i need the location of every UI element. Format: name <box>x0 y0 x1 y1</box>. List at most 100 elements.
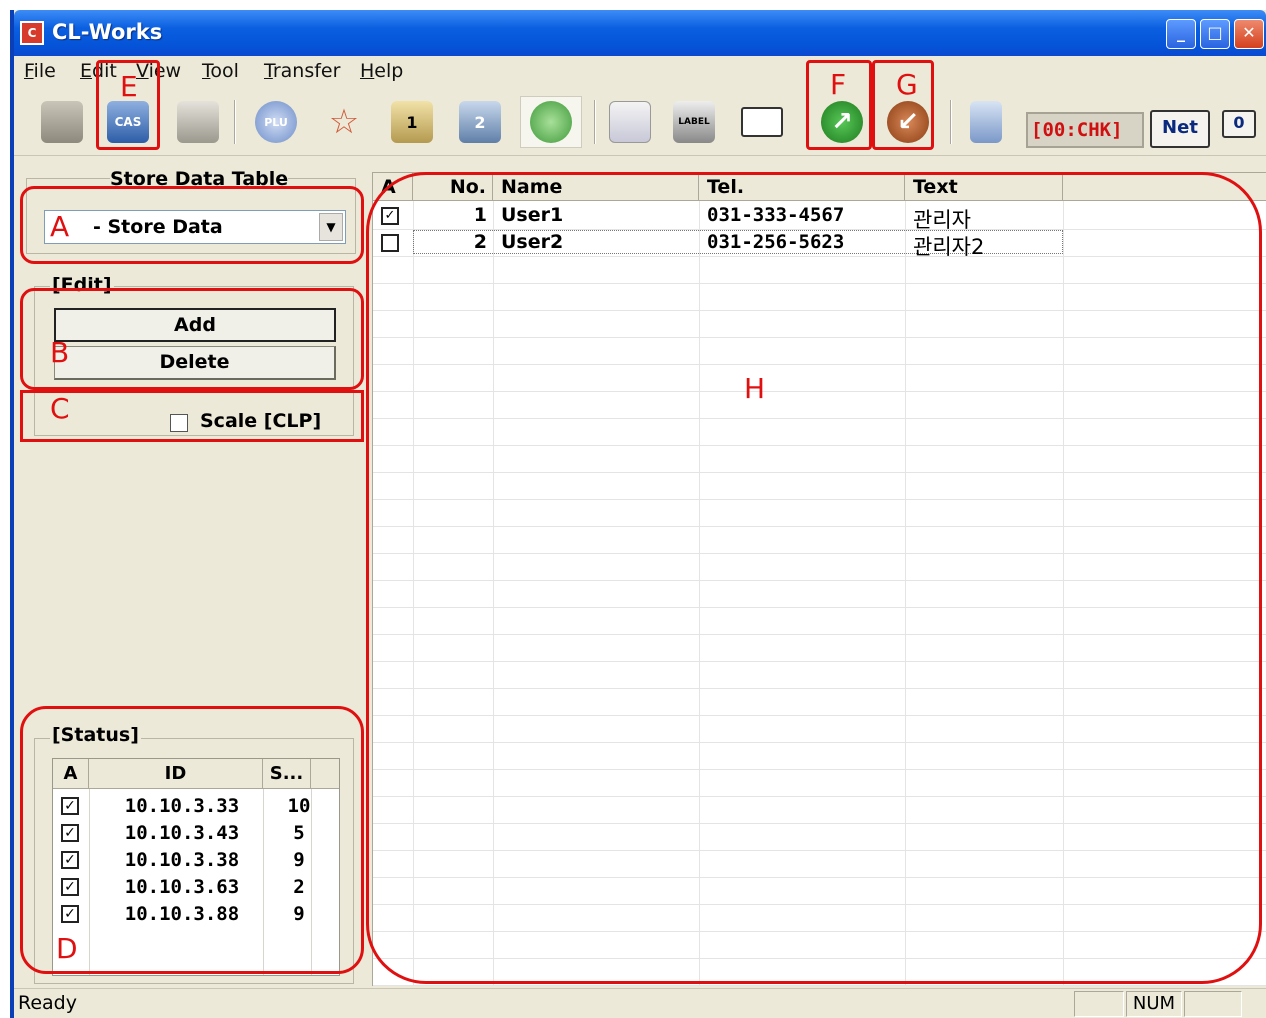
grid-col-line <box>1063 201 1064 986</box>
grid-row-line <box>373 418 1266 419</box>
delete-button[interactable]: Delete <box>54 346 336 380</box>
status-row-id: 10.10.3.88 <box>124 903 240 925</box>
grid-row-line <box>373 634 1266 635</box>
user1-icon: 1 <box>391 101 433 143</box>
status-col-s[interactable]: S... <box>263 759 311 789</box>
print-button[interactable] <box>172 96 224 148</box>
menu-edit[interactable]: Edit <box>80 60 117 82</box>
annotation-label-h: H <box>744 372 766 405</box>
status-row-id: 10.10.3.63 <box>124 876 240 898</box>
status-row-id: 10.10.3.38 <box>124 849 240 871</box>
menu-transfer[interactable]: Transfer <box>264 60 340 82</box>
left-panel: Store Data Table - Store Data ▼ [Edit] A… <box>20 160 360 990</box>
status-col-filler <box>311 759 339 789</box>
store-data-combo[interactable]: - Store Data ▼ <box>44 210 346 244</box>
grid-row-line <box>373 607 1266 608</box>
annotation-label-a: A <box>50 210 70 243</box>
scale-checkbox[interactable] <box>170 414 188 432</box>
open-button[interactable] <box>36 96 88 148</box>
grid-row-line <box>373 391 1266 392</box>
status-row-checkbox[interactable]: ✓ <box>61 851 79 869</box>
label-button[interactable]: LABEL <box>668 96 720 148</box>
label-icon: LABEL <box>673 101 715 143</box>
star-button[interactable]: ☆ <box>318 96 370 148</box>
status-row[interactable]: ✓ 10.10.3.33 10 <box>53 793 339 820</box>
user1-button[interactable]: 1 <box>386 96 438 148</box>
annotation-label-b: B <box>50 336 70 369</box>
status-text: Ready <box>18 992 77 1014</box>
grid-row-line <box>373 985 1266 986</box>
menu-bar: File Edit View Tool Transfer Help <box>14 56 1266 88</box>
close-button[interactable]: ✕ <box>1234 19 1264 49</box>
grid-col-line <box>413 201 414 986</box>
grid-row-line <box>373 472 1266 473</box>
grid-row-checkbox[interactable]: ✓ <box>381 207 399 225</box>
chevron-down-icon[interactable]: ▼ <box>319 213 343 241</box>
toolbar-separator <box>234 100 236 144</box>
status-col-id[interactable]: ID <box>89 759 263 789</box>
grid-col-text[interactable]: Text <box>905 173 1063 201</box>
add-button[interactable]: Add <box>54 308 336 342</box>
annotation-label-e: E <box>120 70 138 103</box>
grid-row-line <box>373 931 1266 932</box>
grid-button[interactable] <box>604 96 656 148</box>
menu-tool[interactable]: Tool <box>202 60 239 82</box>
annotation-label-g: G <box>896 68 918 101</box>
store-users-button[interactable] <box>520 96 582 148</box>
toolbar-separator <box>594 100 596 144</box>
net-button[interactable]: Net <box>1150 110 1210 148</box>
status-row-s: 2 <box>293 876 305 898</box>
status-row[interactable]: ✓ 10.10.3.88 9 <box>53 901 339 928</box>
zero-button[interactable]: 0 <box>1222 110 1256 138</box>
settings-icon <box>970 101 1002 143</box>
grid-icon <box>609 101 651 143</box>
grid-col-tel[interactable]: Tel. <box>699 173 905 201</box>
grid-col-a[interactable]: A <box>373 173 413 201</box>
annotation-label-f: F <box>830 68 847 101</box>
keyboard-button[interactable] <box>736 96 788 148</box>
grid-cell-no: 2 <box>473 231 487 253</box>
save-button[interactable]: CAS <box>102 96 154 148</box>
grid-col-no[interactable]: No. <box>413 173 493 201</box>
status-row-id: 10.10.3.43 <box>124 822 240 844</box>
plu-button[interactable]: PLU <box>250 96 302 148</box>
save-icon: CAS <box>107 101 149 143</box>
receive-button[interactable]: ↙ <box>882 96 934 148</box>
menu-help[interactable]: Help <box>360 60 403 82</box>
send-button[interactable]: ↗ <box>816 96 868 148</box>
print-icon <box>177 101 219 143</box>
user2-button[interactable]: 2 <box>454 96 506 148</box>
status-table[interactable]: A ID S... ✓ 10.10.3.33 10 ✓ 10.10.3.43 5… <box>52 758 340 976</box>
status-row[interactable]: ✓ 10.10.3.63 2 <box>53 874 339 901</box>
status-row[interactable]: ✓ 10.10.3.38 9 <box>53 847 339 874</box>
grid-row-line <box>373 499 1266 500</box>
menu-file[interactable]: File <box>24 60 56 82</box>
status-row-checkbox[interactable]: ✓ <box>61 905 79 923</box>
settings-button[interactable] <box>960 96 1012 148</box>
store-data-grid[interactable]: A No. Name Tel. Text ✓ 1 User1 031-333-4… <box>372 172 1266 986</box>
grid-col-line <box>699 201 700 986</box>
maximize-button[interactable]: □ <box>1200 19 1230 49</box>
keyboard-icon <box>741 107 783 137</box>
status-row-checkbox[interactable]: ✓ <box>61 824 79 842</box>
plu-icon: PLU <box>255 101 297 143</box>
grid-row-line <box>373 661 1266 662</box>
status-row-checkbox[interactable]: ✓ <box>61 878 79 896</box>
store-users-icon <box>530 101 572 143</box>
edit-group-label: [Edit] <box>50 274 114 296</box>
status-row-checkbox[interactable]: ✓ <box>61 797 79 815</box>
grid-row-line <box>373 445 1266 446</box>
grid-row-line <box>373 337 1266 338</box>
status-pane-empty <box>1074 991 1124 1017</box>
status-row[interactable]: ✓ 10.10.3.43 5 <box>53 820 339 847</box>
minimize-button[interactable]: _ <box>1166 19 1196 49</box>
status-col-a[interactable]: A <box>53 759 89 789</box>
menu-view[interactable]: View <box>136 60 181 82</box>
grid-row-line <box>373 850 1266 851</box>
status-group-label: [Status] <box>50 724 141 746</box>
grid-col-name[interactable]: Name <box>493 173 699 201</box>
grid-row-checkbox[interactable] <box>381 234 399 252</box>
grid-cell-text: 관리자 <box>913 208 971 232</box>
scale-checkbox-label: Scale [CLP] <box>200 410 322 432</box>
receive-icon: ↙ <box>887 101 929 143</box>
